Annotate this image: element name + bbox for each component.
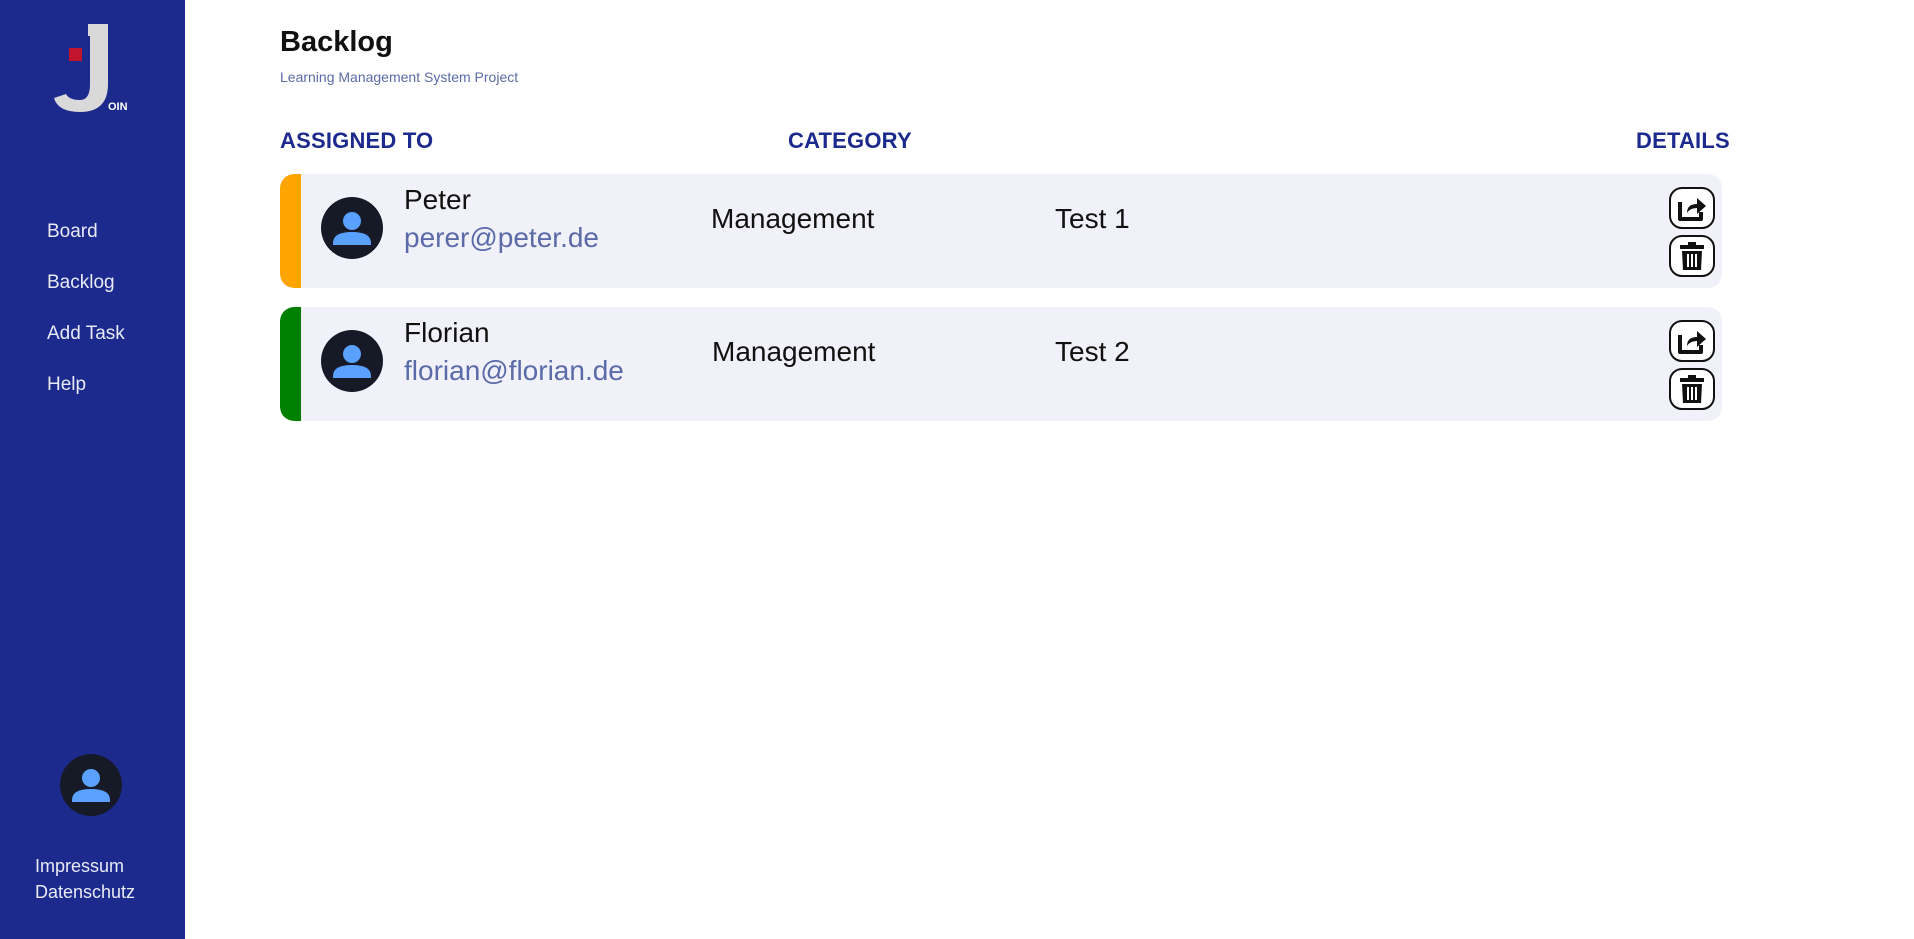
nav-board[interactable]: Board <box>47 216 125 267</box>
priority-stripe <box>280 307 301 421</box>
user-avatar-icon[interactable] <box>60 754 122 816</box>
share-icon <box>1678 198 1706 221</box>
delete-task-button[interactable] <box>1669 368 1715 410</box>
task-category: Management <box>712 336 876 367</box>
task-category: Management <box>711 203 875 234</box>
priority-stripe <box>280 174 301 288</box>
assignee-email: florian@florian.de <box>404 355 624 386</box>
task-title: Test 2 <box>1055 336 1130 367</box>
join-logo-icon: OIN <box>54 24 128 113</box>
assignee-name: Florian <box>404 317 490 348</box>
user-avatar-icon <box>321 197 383 259</box>
datenschutz-link[interactable]: Datenschutz <box>35 879 135 905</box>
backlog-row[interactable]: Florian florian@florian.de Management Te… <box>280 307 1722 421</box>
delete-task-button[interactable] <box>1669 235 1715 277</box>
column-header-category: CATEGORY <box>788 128 912 153</box>
nav-backlog[interactable]: Backlog <box>47 267 125 318</box>
join-logo[interactable]: OIN <box>52 22 132 117</box>
open-task-button[interactable] <box>1669 320 1715 362</box>
legal-links: Impressum Datenschutz <box>35 853 135 905</box>
logo-text: OIN <box>108 101 128 113</box>
trash-icon <box>1680 242 1704 270</box>
task-title: Test 1 <box>1055 203 1130 234</box>
user-avatar-icon <box>321 330 383 392</box>
open-task-button[interactable] <box>1669 187 1715 229</box>
impressum-link[interactable]: Impressum <box>35 853 135 879</box>
trash-icon <box>1680 375 1704 403</box>
assignee-email: perer@peter.de <box>404 222 599 253</box>
sidebar: OIN Board Backlog Add Task Help Impressu… <box>0 0 185 939</box>
page-subtitle: Learning Management System Project <box>280 69 519 85</box>
page-title: Backlog <box>280 26 393 58</box>
nav-add-task[interactable]: Add Task <box>47 318 125 369</box>
backlog-row[interactable]: Peter perer@peter.de Management Test 1 <box>280 174 1722 288</box>
column-header-details: DETAILS <box>1636 128 1730 153</box>
column-header-assigned: ASSIGNED TO <box>280 128 434 153</box>
nav-help[interactable]: Help <box>47 369 125 420</box>
sidebar-nav: Board Backlog Add Task Help <box>47 216 125 420</box>
assignee-name: Peter <box>404 184 471 215</box>
share-icon <box>1678 331 1706 354</box>
